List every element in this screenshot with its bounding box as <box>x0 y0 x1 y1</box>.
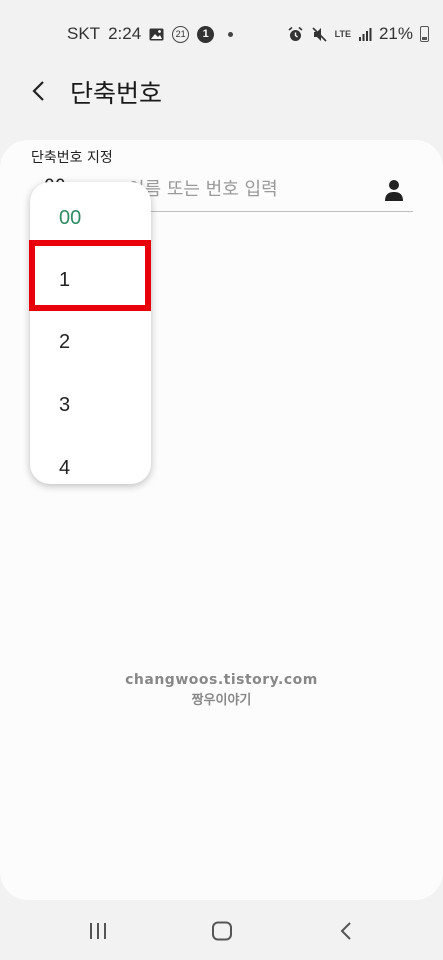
home-button[interactable] <box>207 916 237 946</box>
recent-apps-button[interactable] <box>83 916 113 946</box>
battery-percent: 21% <box>378 24 413 43</box>
page-title: 단축번호 <box>70 79 163 108</box>
status-bar: SKT 2:24 21 1 LTE 21% <box>0 0 443 66</box>
status-right: LTE 21% <box>287 24 429 44</box>
app-badge-icon: 1 <box>197 25 215 43</box>
picker-option-2[interactable]: 2 <box>30 312 151 372</box>
more-notifications-dot-icon <box>228 31 234 37</box>
carrier-label: SKT <box>67 24 101 43</box>
notification-count-icon: 21 <box>172 25 190 43</box>
watermark-url: changwoos.tistory.com <box>125 672 318 688</box>
back-arrow-icon <box>340 922 351 940</box>
picker-option-4[interactable]: 4 <box>30 438 151 484</box>
watermark: changwoos.tistory.com 짱우이야기 <box>0 672 443 708</box>
watermark-blog-name: 짱우이야기 <box>191 693 252 708</box>
app-bar: 단축번호 <box>0 66 443 116</box>
chevron-left-icon <box>32 81 44 101</box>
back-nav-button[interactable] <box>331 916 361 946</box>
status-left: SKT 2:24 21 1 <box>67 24 234 44</box>
contact-picker-button[interactable] <box>381 176 407 204</box>
picker-option-1[interactable]: 1 <box>30 250 151 310</box>
lte-icon: LTE <box>334 29 351 39</box>
alarm-icon <box>287 26 304 43</box>
mute-icon <box>311 26 328 43</box>
person-icon <box>385 180 403 201</box>
signal-icon <box>358 27 372 41</box>
clock: 2:24 <box>108 24 142 43</box>
screen: SKT 2:24 21 1 LTE 21% 단축번호 단축번호 지정 이름 또는… <box>0 0 443 960</box>
input-underline <box>128 211 413 212</box>
battery-icon <box>420 26 429 42</box>
gallery-icon <box>149 28 164 41</box>
picker-option-3[interactable]: 3 <box>30 375 151 435</box>
navigation-bar <box>0 900 443 960</box>
number-picker-dropdown: 00 1 2 3 4 <box>30 182 151 484</box>
contact-search-input[interactable] <box>128 172 368 206</box>
back-button[interactable] <box>24 76 54 106</box>
network-label: LTE <box>334 29 351 39</box>
recent-apps-icon <box>90 923 106 939</box>
picker-option-00[interactable]: 00 <box>30 188 151 248</box>
speed-dial-label: 단축번호 지정 <box>31 150 113 166</box>
home-icon <box>212 921 232 941</box>
